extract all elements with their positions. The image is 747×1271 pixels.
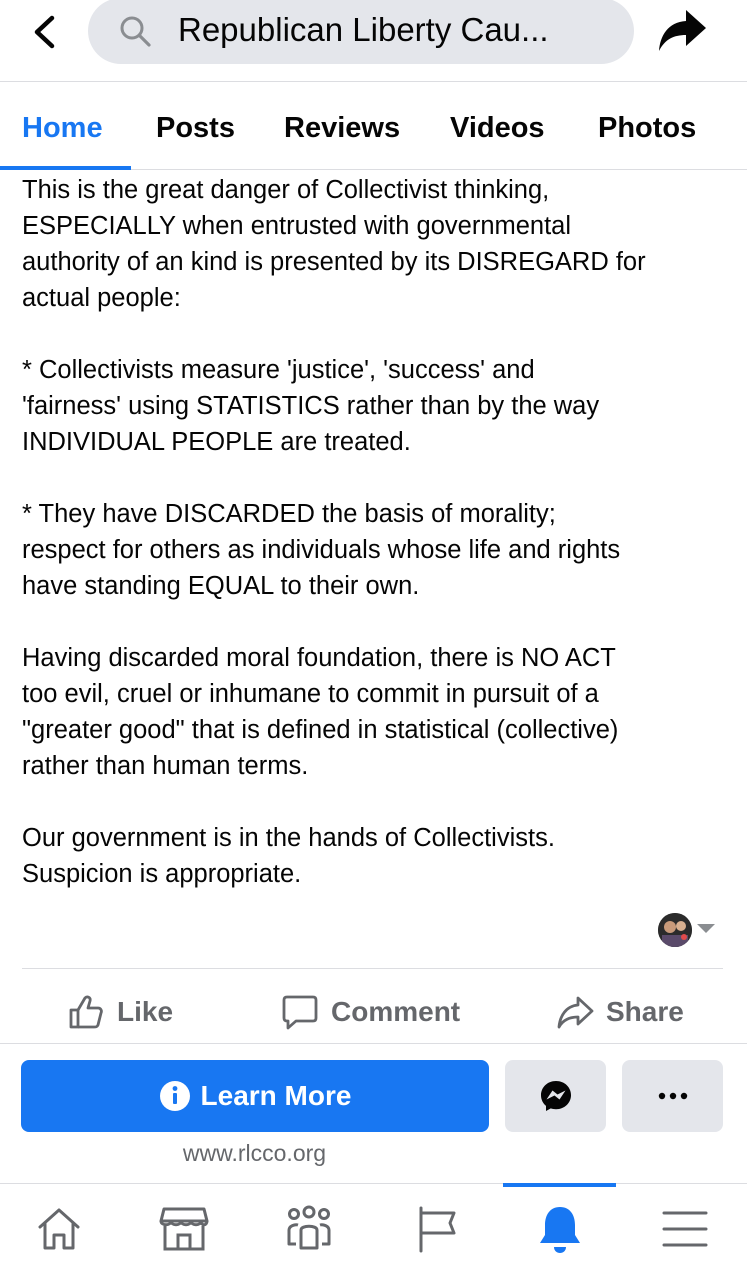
post-paragraph: This is the great danger of Collectivist…: [22, 176, 646, 312]
messenger-icon: [540, 1081, 571, 1111]
marketplace-icon[interactable]: [157, 1202, 211, 1256]
messenger-button[interactable]: [505, 1060, 606, 1132]
like-button[interactable]: Like: [67, 992, 173, 1032]
post-actions: Like Comment Share: [0, 982, 747, 1042]
back-chevron-icon[interactable]: [26, 12, 62, 52]
notifications-bell-icon[interactable]: [533, 1202, 587, 1256]
tab-posts[interactable]: Posts: [156, 112, 235, 145]
tab-videos[interactable]: Videos: [450, 112, 545, 145]
share-label: Share: [606, 996, 684, 1027]
bottom-navigation: [0, 1183, 747, 1271]
post-body: This is the great danger of Collectivist…: [22, 172, 732, 928]
like-label: Like: [117, 996, 174, 1027]
post-paragraph: * They have DISCARDED the basis of moral…: [22, 500, 621, 600]
groups-icon[interactable]: [282, 1202, 336, 1256]
page-tabs: Home Posts Reviews Videos Photos: [0, 82, 747, 170]
comment-label: Comment: [331, 996, 461, 1027]
info-icon: [159, 1081, 190, 1111]
top-bar: Republican Liberty Cau...: [0, 0, 747, 82]
thumbs-up-icon: [69, 995, 103, 1029]
tab-reviews[interactable]: Reviews: [284, 112, 400, 145]
share-button[interactable]: Share: [556, 992, 684, 1032]
post-paragraph: Having discarded moral foundation, there…: [22, 644, 619, 780]
more-options-button[interactable]: [622, 1060, 723, 1132]
chevron-down-icon[interactable]: [697, 924, 715, 933]
share-arrow-outline-icon: [557, 996, 594, 1029]
post-paragraph: * Collectivists measure 'justice', 'succ…: [22, 356, 600, 456]
active-tab-indicator: [0, 166, 131, 170]
search-query-text: Republican Liberty Cau...: [178, 11, 549, 48]
tab-photos[interactable]: Photos: [598, 112, 696, 145]
search-bar[interactable]: Republican Liberty Cau...: [88, 0, 634, 64]
more-dots-icon: [658, 1092, 687, 1100]
tab-home[interactable]: Home: [22, 112, 103, 145]
post-paragraph: Our government is in the hands of Collec…: [22, 824, 555, 888]
learn-more-label: Learn More: [200, 1080, 352, 1111]
share-arrow-icon[interactable]: [656, 6, 710, 54]
divider: [0, 1043, 747, 1044]
reaction-avatar[interactable]: [658, 913, 692, 947]
pages-flag-icon[interactable]: [408, 1202, 462, 1256]
comment-button[interactable]: Comment: [281, 992, 460, 1032]
comment-bubble-icon: [282, 995, 318, 1030]
active-nav-indicator: [503, 1183, 616, 1187]
menu-icon[interactable]: [658, 1202, 712, 1256]
home-icon[interactable]: [32, 1202, 86, 1256]
learn-more-button[interactable]: Learn More: [21, 1060, 489, 1132]
divider: [22, 968, 723, 969]
website-url[interactable]: www.rlcco.org: [0, 1140, 509, 1167]
search-icon: [120, 16, 151, 47]
